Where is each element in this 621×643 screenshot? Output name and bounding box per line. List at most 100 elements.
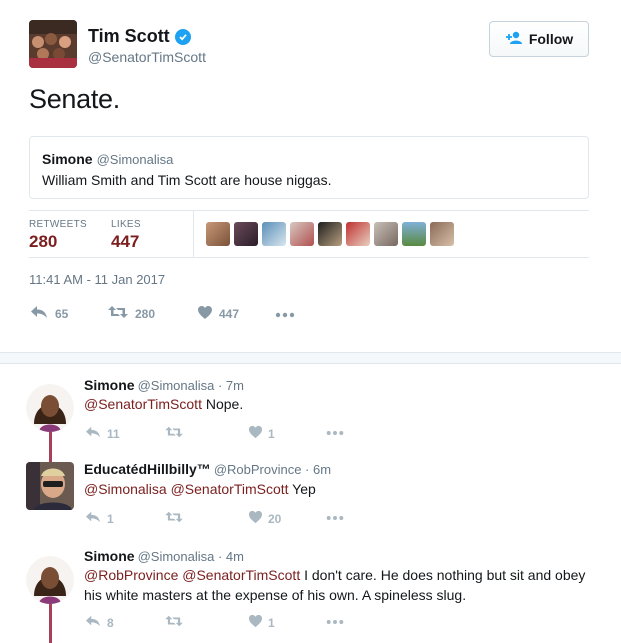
more-action[interactable]: [326, 614, 344, 628]
mention-link[interactable]: @Simonalisa @SenatorTimScott: [84, 481, 289, 497]
verified-badge-icon: [174, 28, 191, 45]
retweet-icon: [164, 614, 184, 631]
quote-text: William Smith and Tim Scott are house ni…: [42, 172, 332, 188]
liker-avatars: [206, 222, 454, 246]
reply-header: Simone @Simonalisa · 4m: [84, 548, 244, 564]
author-name[interactable]: Tim Scott: [88, 26, 170, 47]
reply-author-name[interactable]: EducatédHillbilly™: [84, 461, 211, 477]
retweet-action[interactable]: [164, 425, 189, 442]
more-icon: [275, 307, 295, 321]
section-divider: [0, 352, 621, 364]
like-action[interactable]: 1: [248, 425, 275, 442]
like-count: 1: [268, 426, 275, 441]
reply-tweet[interactable]: Simone @Simonalisa · 4m @RobProvince @Sen…: [0, 542, 621, 643]
tweet-actions: 65 280 447: [29, 304, 295, 323]
like-count: 447: [219, 306, 240, 321]
main-tweet: Tim Scott @SenatorTimScott Follow Senate…: [0, 0, 621, 352]
reply-author-name[interactable]: Simone: [84, 377, 135, 393]
author-name-row[interactable]: Tim Scott: [88, 26, 191, 47]
mention-link[interactable]: @RobProvince @SenatorTimScott: [84, 567, 300, 583]
heart-icon: [248, 614, 263, 631]
liker-avatar[interactable]: [206, 222, 230, 246]
add-user-icon: [505, 31, 523, 48]
liker-avatar[interactable]: [430, 222, 454, 246]
reply-text: @RobProvince @SenatorTimScott I don't ca…: [84, 565, 594, 605]
thread-line: [49, 432, 52, 456]
more-action[interactable]: [275, 307, 295, 321]
more-icon: [326, 425, 344, 439]
like-action[interactable]: 1: [248, 614, 275, 631]
like-action[interactable]: 20: [248, 510, 281, 527]
retweet-icon: [164, 425, 184, 442]
likes-stat-label: LIKES: [111, 219, 141, 230]
follow-button[interactable]: Follow: [489, 21, 589, 57]
reply-action[interactable]: 1: [84, 510, 114, 527]
heart-icon: [197, 305, 213, 323]
more-action[interactable]: [326, 510, 344, 524]
like-count: 1: [268, 615, 275, 630]
reply-text: @SenatorTimScott Nope.: [84, 394, 594, 414]
retweet-action[interactable]: [164, 510, 189, 527]
quote-author-row: Simone @Simonalisa: [42, 151, 173, 167]
reply-action[interactable]: 11: [84, 425, 120, 442]
like-count: 20: [268, 511, 282, 526]
reply-body: Nope.: [201, 396, 244, 412]
reply-meta: @RobProvince · 6m: [213, 462, 332, 477]
liker-avatar[interactable]: [346, 222, 370, 246]
reply-icon: [84, 614, 102, 631]
like-action[interactable]: 447: [197, 305, 275, 323]
retweet-count: 280: [135, 306, 156, 321]
thread-line: [49, 456, 52, 462]
reply-tweet[interactable]: EducatédHillbilly™ @RobProvince · 6m @Sim…: [0, 456, 621, 542]
liker-avatar[interactable]: [234, 222, 258, 246]
reply-tweet[interactable]: Simone @Simonalisa · 7m @SenatorTimScott …: [0, 370, 621, 456]
quoted-tweet[interactable]: Simone @Simonalisa William Smith and Tim …: [29, 136, 589, 199]
reply-meta: @Simonalisa · 7m: [137, 378, 244, 393]
heart-icon: [248, 425, 263, 442]
retweet-icon: [107, 304, 129, 323]
reply-avatar[interactable]: [26, 462, 74, 510]
follow-label: Follow: [528, 31, 574, 47]
reply-icon: [84, 425, 102, 442]
author-handle[interactable]: @SenatorTimScott: [88, 49, 206, 65]
retweet-action[interactable]: 280: [107, 304, 197, 323]
quote-author-name: Simone: [42, 151, 93, 167]
reply-meta: @Simonalisa · 4m: [137, 549, 244, 564]
reply-avatar[interactable]: [26, 556, 74, 604]
stats-divider: [193, 211, 194, 257]
retweets-stat-label: RETWEETS: [29, 219, 87, 230]
retweets-stat-value: 280: [29, 232, 58, 251]
reply-count: 8: [107, 615, 114, 630]
tweet-timestamp[interactable]: 11:41 AM - 11 Jan 2017: [29, 272, 165, 287]
mention-link[interactable]: @SenatorTimScott: [84, 396, 202, 412]
reply-header: EducatédHillbilly™ @RobProvince · 6m: [84, 461, 331, 477]
retweet-icon: [164, 510, 184, 527]
liker-avatar[interactable]: [402, 222, 426, 246]
retweet-action[interactable]: [164, 614, 189, 631]
reply-body: Yep: [288, 481, 316, 497]
retweets-stat[interactable]: RETWEETS 280: [29, 219, 87, 252]
reply-icon: [84, 510, 102, 527]
reply-count: 65: [55, 306, 69, 321]
likes-stat-value: 447: [111, 232, 140, 251]
reply-text: @Simonalisa @SenatorTimScott Yep: [84, 479, 594, 499]
tweet-text: Senate.: [29, 84, 120, 114]
liker-avatar[interactable]: [374, 222, 398, 246]
reply-avatar[interactable]: [26, 384, 74, 432]
more-icon: [326, 510, 344, 524]
more-action[interactable]: [326, 425, 344, 439]
liker-avatar[interactable]: [290, 222, 314, 246]
reply-author-name[interactable]: Simone: [84, 548, 135, 564]
likes-stat[interactable]: LIKES 447: [111, 219, 141, 252]
reply-header: Simone @Simonalisa · 7m: [84, 377, 244, 393]
liker-avatar[interactable]: [262, 222, 286, 246]
liker-avatar[interactable]: [318, 222, 342, 246]
author-avatar[interactable]: [29, 20, 77, 68]
thread-line: [49, 604, 52, 643]
reply-action[interactable]: 65: [29, 304, 107, 323]
quote-author-handle: @Simonalisa: [96, 152, 174, 167]
reply-action[interactable]: 8: [84, 614, 114, 631]
reply-count: 1: [107, 511, 114, 526]
reply-icon: [29, 304, 49, 323]
more-icon: [326, 614, 344, 628]
